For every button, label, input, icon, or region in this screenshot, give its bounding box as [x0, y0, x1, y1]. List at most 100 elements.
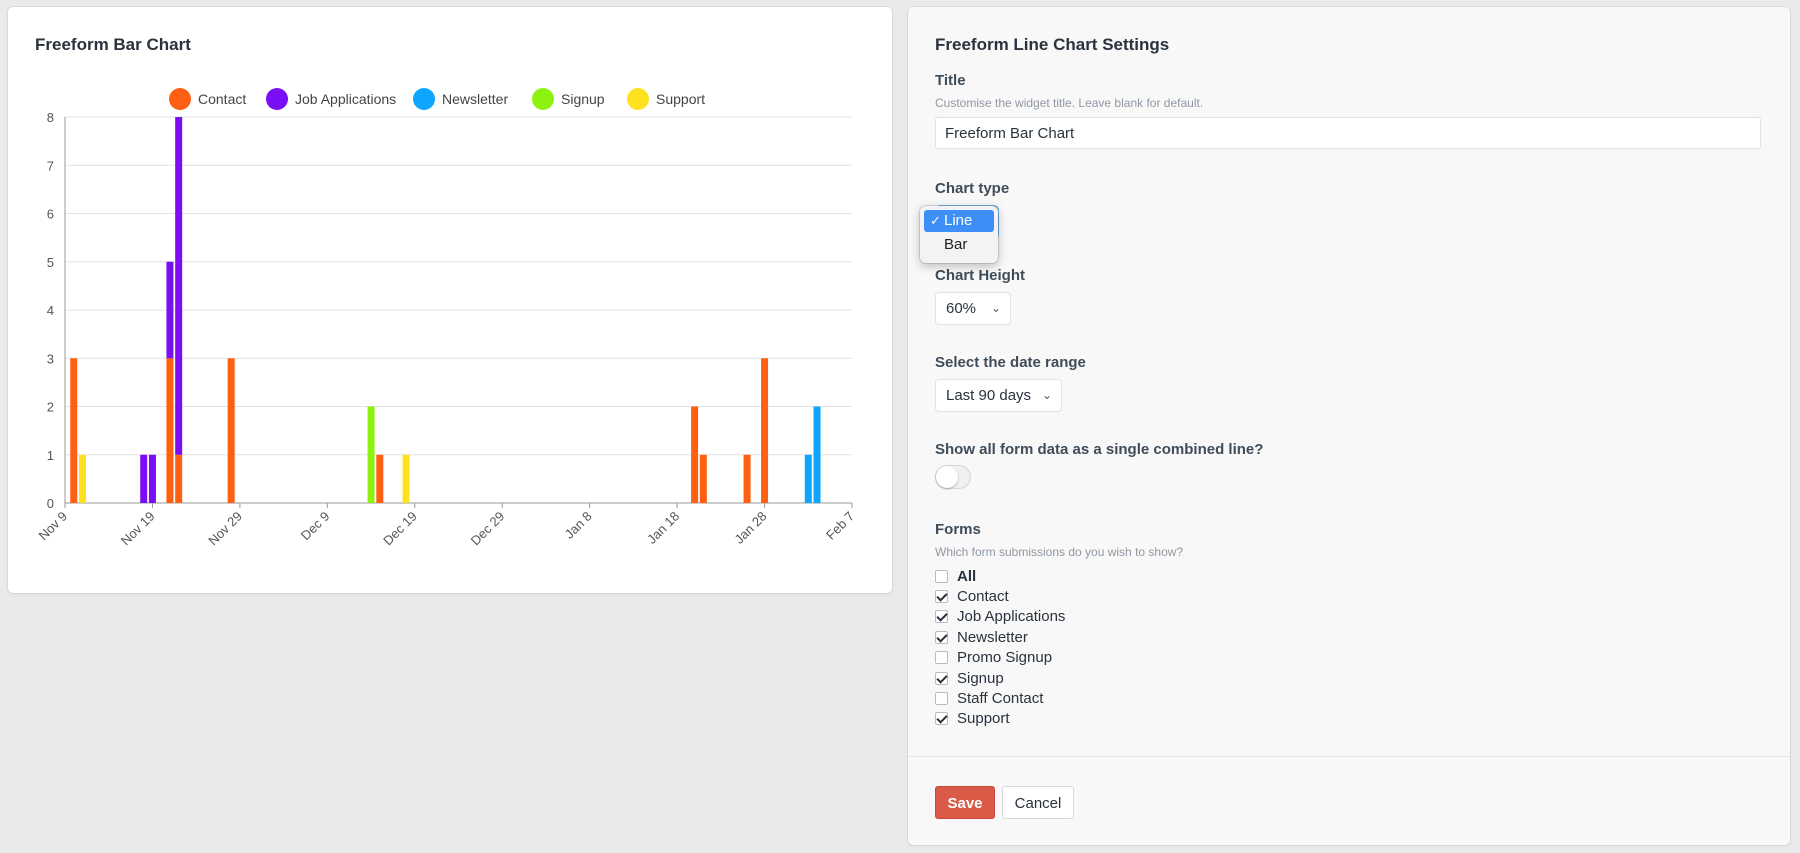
x-tick-label: Dec 19 — [380, 509, 420, 549]
x-tick-label: Dec 9 — [298, 509, 333, 544]
legend-swatch — [627, 88, 649, 110]
chart-widget: Freeform Bar Chart 0 1 2 3 4 5 6 7 8 Nov 9 Nov 19 N… — [8, 7, 892, 593]
bar-contact — [691, 406, 699, 503]
legend-label: Contact — [198, 91, 246, 107]
form-option-label: Staff Contact — [957, 690, 1044, 708]
y-tick-label: 1 — [47, 448, 54, 463]
bar-contact — [166, 358, 174, 503]
bar-support — [78, 454, 86, 503]
y-tick-label: 2 — [47, 400, 54, 415]
form-option[interactable]: Support — [935, 709, 1065, 729]
form-checkbox[interactable] — [935, 712, 948, 726]
form-option[interactable]: Signup — [935, 668, 1065, 688]
bar-job-applications — [140, 454, 148, 503]
combined-toggle[interactable] — [935, 465, 971, 489]
bar-contact — [761, 358, 769, 503]
cancel-button[interactable]: Cancel — [1002, 786, 1074, 819]
legend-swatch — [169, 88, 191, 110]
settings-panel: Freeform Line Chart Settings Title Custo… — [908, 7, 1790, 845]
title-label: Title — [935, 72, 966, 89]
y-tick-label: 3 — [47, 351, 54, 366]
form-option-label: Support — [957, 710, 1010, 728]
bar-chart: 0 1 2 3 4 5 6 7 8 Nov 9 Nov 19 Nov 29 Dec 9 Dec 19 Dec… — [35, 88, 857, 549]
bar-contact — [70, 358, 78, 503]
bar-job-applications — [175, 117, 183, 455]
form-option-label: Contact — [957, 588, 1009, 606]
save-button[interactable]: Save — [935, 786, 995, 819]
legend-label: Job Applications — [295, 91, 396, 107]
y-tick-label: 0 — [47, 496, 54, 511]
combined-label: Show all form data as a single combined … — [935, 441, 1264, 458]
option-label: Line — [944, 212, 973, 229]
chart-height-select[interactable]: 60% ⌄ — [935, 292, 1011, 325]
form-option-label: All — [957, 567, 977, 585]
legend-swatch — [266, 88, 288, 110]
option-label: Bar — [944, 236, 968, 253]
y-tick-label: 7 — [47, 158, 54, 173]
bar-contact — [227, 358, 235, 503]
bar-contact — [175, 454, 183, 503]
bar-contact — [743, 454, 751, 503]
chart-type-option-bar[interactable]: Bar — [924, 234, 994, 256]
date-range-select[interactable]: Last 90 days ⌄ — [935, 379, 1062, 412]
bar-contact — [376, 454, 384, 503]
chart-height-value: 60% — [946, 300, 977, 317]
x-tick-label: Jan 8 — [562, 509, 595, 542]
title-input[interactable] — [935, 117, 1761, 149]
chart-height-label: Chart Height — [935, 267, 1025, 284]
x-tick-label: Jan 28 — [731, 509, 769, 547]
bar-job-applications — [148, 454, 156, 503]
form-option[interactable]: Staff Contact — [935, 688, 1065, 708]
form-option[interactable]: Newsletter — [935, 627, 1065, 647]
y-tick-label: 5 — [47, 255, 54, 270]
x-tick-label: Nov 9 — [35, 509, 70, 544]
form-option-label: Signup — [957, 669, 1004, 687]
forms-checkbox-list: All Contact Job Applications Newsletter Prom… — [935, 566, 1065, 729]
legend-label: Support — [656, 91, 705, 107]
y-tick-label: 6 — [47, 207, 54, 222]
form-option[interactable]: All — [935, 566, 1065, 586]
form-checkbox[interactable] — [935, 671, 948, 685]
x-tick-label: Feb 7 — [823, 509, 857, 543]
x-tick-label: Nov 19 — [118, 509, 158, 549]
y-tick-label: 4 — [47, 303, 54, 318]
legend-label: Signup — [561, 91, 605, 107]
forms-label: Forms — [935, 521, 981, 538]
x-tick-label: Jan 18 — [644, 509, 682, 547]
bar-job-applications — [166, 261, 174, 359]
legend-swatch — [413, 88, 435, 110]
bar-newsletter — [813, 406, 821, 503]
chevron-down-icon: ⌄ — [990, 301, 1001, 315]
x-tick-label: Nov 29 — [205, 509, 245, 549]
x-tick-label: Dec 29 — [468, 509, 508, 549]
form-checkbox[interactable] — [935, 630, 948, 644]
form-checkbox[interactable] — [935, 610, 948, 624]
y-tick-label: 8 — [47, 110, 54, 125]
form-option-label: Newsletter — [957, 628, 1028, 646]
form-option[interactable]: Contact — [935, 586, 1065, 606]
chart-type-option-line[interactable]: ✓ Line — [924, 210, 994, 232]
chart-type-label: Chart type — [935, 180, 1010, 197]
bar-signup — [367, 406, 375, 503]
legend-label: Newsletter — [442, 91, 508, 107]
check-icon: ✓ — [930, 213, 941, 228]
form-checkbox[interactable] — [935, 692, 948, 706]
chart-type-dropdown: ✓ Line Bar — [920, 206, 998, 263]
settings-heading: Freeform Line Chart Settings — [935, 35, 1170, 54]
form-option[interactable]: Job Applications — [935, 607, 1065, 627]
form-checkbox[interactable] — [935, 590, 948, 604]
chevron-down-icon: ⌄ — [1041, 388, 1052, 402]
date-range-value: Last 90 days — [946, 387, 1032, 404]
bar-contact — [699, 454, 707, 503]
form-option[interactable]: Promo Signup — [935, 648, 1065, 668]
forms-hint: Which form submissions do you wish to sh… — [935, 545, 1184, 559]
form-checkbox[interactable] — [935, 651, 948, 665]
bar-support — [402, 454, 410, 503]
title-hint: Customise the widget title. Leave blank … — [935, 96, 1204, 110]
form-checkbox[interactable] — [935, 569, 948, 583]
form-option-label: Promo Signup — [957, 649, 1053, 667]
form-option-label: Job Applications — [957, 608, 1066, 626]
legend-swatch — [532, 88, 554, 110]
date-range-label: Select the date range — [935, 354, 1086, 371]
toggle-knob — [936, 466, 958, 488]
